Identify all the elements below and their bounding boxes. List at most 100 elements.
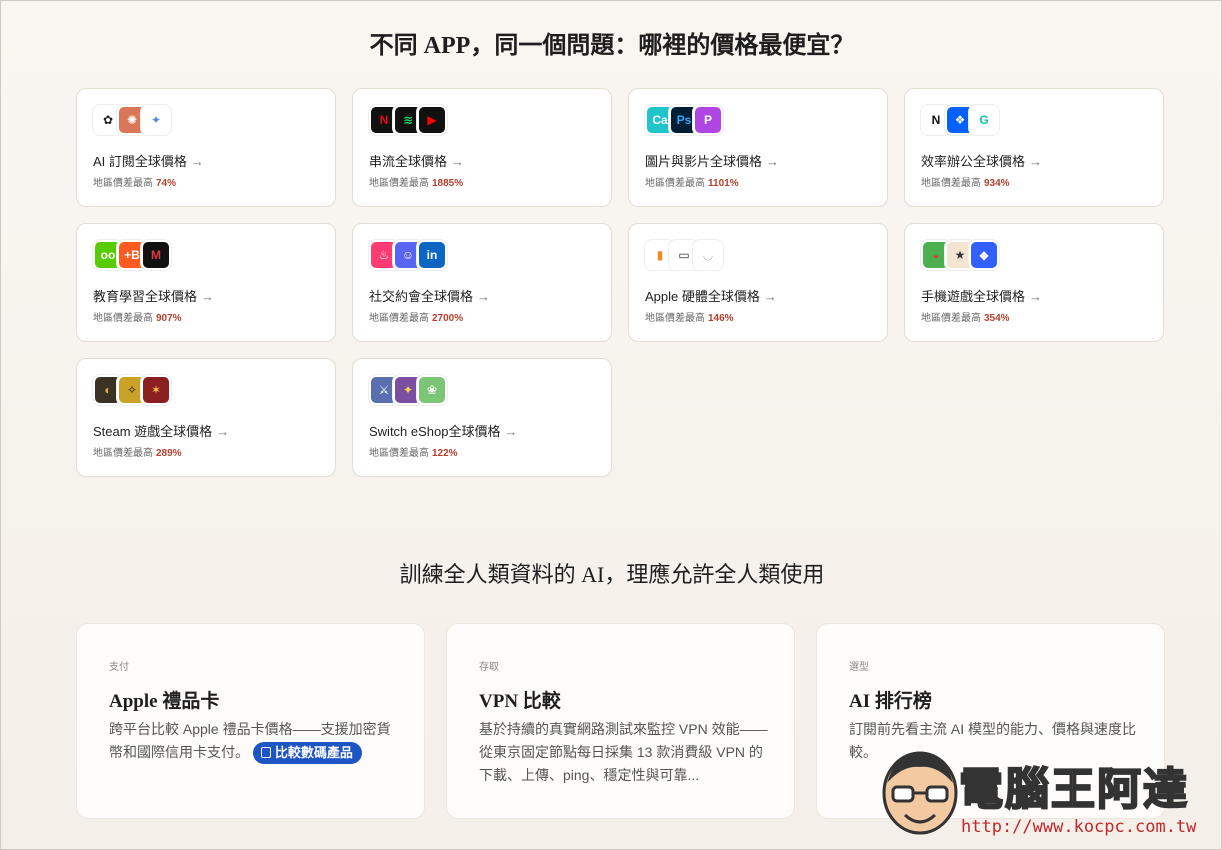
max-price-diff: 354% — [984, 313, 1010, 324]
card-subtitle: 地區價差最高 146% — [645, 309, 734, 324]
feature-card-vpn[interactable]: 存取 VPN 比較 基於持續的真實網路測試來監控 VPN 效能——從東京固定節點… — [446, 623, 795, 819]
price-card[interactable]: N ≋ ▶ 串流全球價格 → 地區價差最高 1885% — [352, 88, 612, 207]
arrow-right-icon: → — [216, 424, 230, 439]
app-icon-group: N ❖ G — [921, 105, 999, 135]
arrow-right-icon: → — [477, 289, 491, 304]
price-card[interactable]: N ❖ G 效率辦公全球價格 → 地區價差最高 934% — [904, 88, 1164, 207]
app-icon: ❀ — [417, 375, 447, 405]
card-title: AI 訂閱全球價格 → — [93, 151, 204, 170]
app-icon: G — [969, 105, 999, 135]
app-icon-group: ◐ ✧ ✶ — [93, 375, 171, 405]
card-title: 圖片與影片全球價格 → — [645, 151, 779, 170]
feature-tag: 支付 — [109, 662, 129, 673]
feature-title: Apple 禮品卡 — [109, 691, 220, 712]
app-icon-group: Ca Ps P — [645, 105, 723, 135]
feature-title: AI 排行榜 — [849, 691, 932, 712]
price-card[interactable]: ▮ ▭ ◡ Apple 硬體全球價格 → 地區價差最高 146% — [628, 223, 888, 342]
max-price-diff: 289% — [156, 448, 182, 459]
price-card[interactable]: ✿ ✺ ✦ AI 訂閱全球價格 → 地區價差最高 74% — [76, 88, 336, 207]
max-price-diff: 74% — [156, 178, 177, 189]
card-title-text: 社交約會全球價格 — [369, 289, 474, 304]
card-title: 教育學習全球價格 → — [93, 286, 214, 305]
subtitle-label: 地區價差最高 — [93, 178, 153, 189]
max-price-diff: 2700% — [432, 313, 464, 324]
subtitle-label: 地區價差最高 — [921, 313, 981, 324]
price-category-grid: ✿ ✺ ✦ AI 訂閱全球價格 → 地區價差最高 74% N ≋ ▶ 串流全球價格 → 地區價差最高 1… — [76, 88, 1164, 477]
subtitle-label: 地區價差最高 — [645, 178, 705, 189]
card-title: 社交約會全球價格 → — [369, 286, 490, 305]
arrow-right-icon: → — [763, 289, 777, 304]
feature-tag: 存取 — [479, 662, 499, 673]
price-card[interactable]: ♨ ☺ in 社交約會全球價格 → 地區價差最高 2700% — [352, 223, 612, 342]
card-title-text: 串流全球價格 — [369, 154, 448, 169]
app-icon-group: ✿ ✺ ✦ — [93, 105, 171, 135]
price-card[interactable]: ⚔ ✦ ❀ Switch eShop全球價格 → 地區價差最高 122% — [352, 358, 612, 477]
max-price-diff: 934% — [984, 178, 1010, 189]
price-card[interactable]: oo +B M 教育學習全球價格 → 地區價差最高 907% — [76, 223, 336, 342]
feature-description: 基於持續的真實網路測試來監控 VPN 效能——從東京固定節點每日採集 13 款消… — [479, 721, 768, 783]
subtitle-label: 地區價差最高 — [369, 178, 429, 189]
card-subtitle: 地區價差最高 122% — [369, 444, 458, 459]
card-subtitle: 地區價差最高 74% — [93, 174, 176, 189]
app-icon: ▶ — [417, 105, 447, 135]
subtitle-label: 地區價差最高 — [645, 313, 705, 324]
card-title-text: Switch eShop全球價格 — [369, 424, 501, 439]
app-icon-group: ▮ ▭ ◡ — [645, 240, 723, 270]
arrow-right-icon: → — [201, 289, 215, 304]
card-title-text: Apple 硬體全球價格 — [645, 289, 760, 304]
feature-title: VPN 比較 — [479, 691, 561, 712]
pill-label: 比較數碼產品 — [274, 745, 353, 760]
card-subtitle: 地區價差最高 907% — [93, 309, 182, 324]
app-icon: ◆ — [969, 240, 999, 270]
card-title: Apple 硬體全球價格 → — [645, 286, 777, 305]
card-subtitle: 地區價差最高 1101% — [645, 174, 739, 189]
max-price-diff: 1885% — [432, 178, 464, 189]
app-icon-group: N ≋ ▶ — [369, 105, 447, 135]
arrow-right-icon: → — [451, 154, 465, 169]
card-title-text: 手機遊戲全球價格 — [921, 289, 1026, 304]
document-icon — [260, 747, 271, 758]
card-title: 串流全球價格 → — [369, 151, 464, 170]
price-card[interactable]: Ca Ps P 圖片與影片全球價格 → 地區價差最高 1101% — [628, 88, 888, 207]
feature-card-apple-gift-card[interactable]: 支付 Apple 禮品卡 跨平台比較 Apple 禮品卡價格——支援加密貨幣和國… — [76, 623, 425, 819]
app-icon: P — [693, 105, 723, 135]
arrow-right-icon: → — [766, 154, 780, 169]
card-title-text: 圖片與影片全球價格 — [645, 154, 763, 169]
feature-tag: 選型 — [849, 662, 869, 673]
section-title-prices: 不同 APP，同一個問題：哪裡的價格最便宜？ — [369, 33, 855, 59]
price-card[interactable]: ◐ ✧ ✶ Steam 遊戲全球價格 → 地區價差最高 289% — [76, 358, 336, 477]
card-title: Steam 遊戲全球價格 → — [93, 421, 229, 440]
card-title-text: Steam 遊戲全球價格 — [93, 424, 213, 439]
app-icon-group: oo +B M — [93, 240, 171, 270]
arrow-right-icon: → — [190, 154, 204, 169]
app-icon: ◡ — [693, 240, 723, 270]
site-watermark: 電腦王阿達 http://www.kocpc.com.tw — [877, 743, 1217, 843]
card-subtitle: 地區價差最高 1885% — [369, 174, 463, 189]
compare-digital-products-button[interactable]: 比較數碼產品 — [252, 742, 362, 764]
app-icon-group: ⚔ ✦ ❀ — [369, 375, 447, 405]
watermark-url: http://www.kocpc.com.tw — [961, 817, 1197, 837]
card-title-text: 效率辦公全球價格 — [921, 154, 1026, 169]
max-price-diff: 122% — [432, 448, 458, 459]
app-icon: in — [417, 240, 447, 270]
subtitle-label: 地區價差最高 — [369, 313, 429, 324]
price-card[interactable]: ◒ ★ ◆ 手機遊戲全球價格 → 地區價差最高 354% — [904, 223, 1164, 342]
card-title: 手機遊戲全球價格 → — [921, 286, 1042, 305]
card-subtitle: 地區價差最高 2700% — [369, 309, 463, 324]
app-icon: ✦ — [141, 105, 171, 135]
subtitle-label: 地區價差最高 — [921, 178, 981, 189]
app-icon-group: ◒ ★ ◆ — [921, 240, 999, 270]
arrow-right-icon: → — [1029, 289, 1043, 304]
app-icon: ✶ — [141, 375, 171, 405]
watermark-name: 電腦王阿達 — [958, 764, 1189, 815]
subtitle-label: 地區價差最高 — [93, 313, 153, 324]
max-price-diff: 146% — [708, 313, 734, 324]
card-title-text: 教育學習全球價格 — [93, 289, 198, 304]
app-icon: M — [141, 240, 171, 270]
section-title-ai: 訓練全人類資料的 AI，理應允許全人類使用 — [399, 562, 825, 587]
arrow-right-icon: → — [504, 424, 518, 439]
subtitle-label: 地區價差最高 — [93, 448, 153, 459]
card-title-text: AI 訂閱全球價格 — [93, 154, 187, 169]
card-title: 效率辦公全球價格 → — [921, 151, 1042, 170]
max-price-diff: 1101% — [708, 178, 739, 189]
